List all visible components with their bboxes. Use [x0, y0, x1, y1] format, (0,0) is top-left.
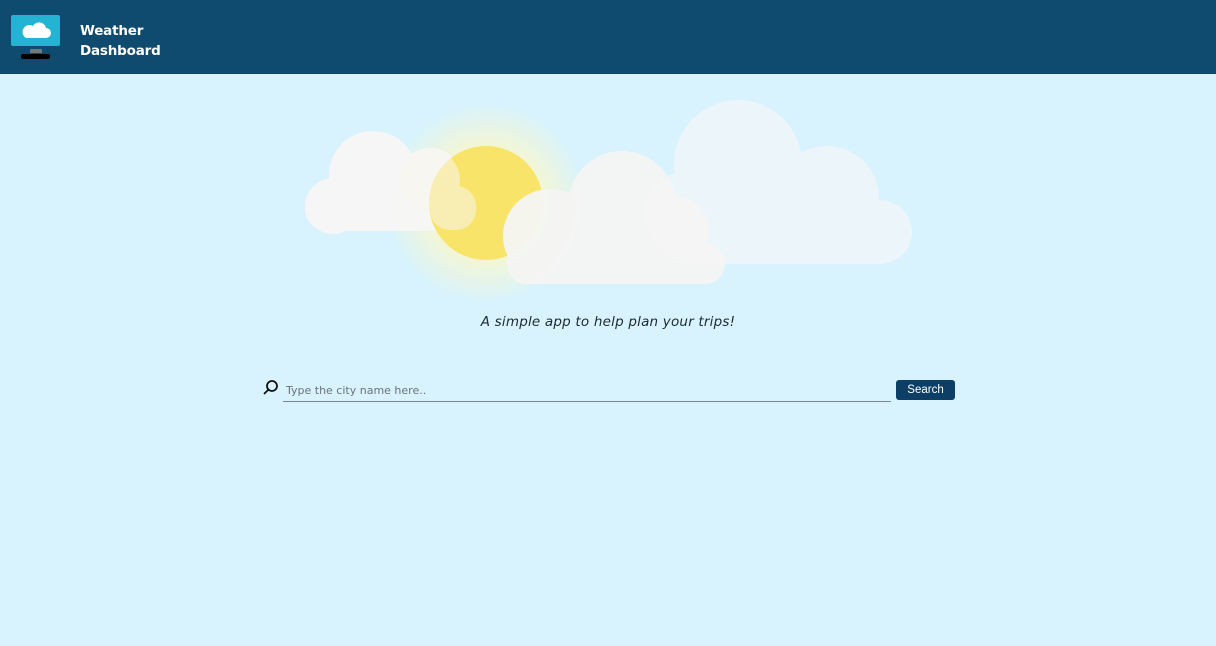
app-title-line2: Dashboard: [80, 43, 161, 59]
app-header: Weather Dashboard: [0, 0, 1216, 74]
sun-and-clouds-illustration: [305, 100, 912, 303]
cloud-monitor-icon[interactable]: [10, 14, 62, 62]
app-title: Weather Dashboard: [80, 21, 161, 61]
app-title-line1: Weather: [80, 23, 144, 39]
search-icon[interactable]: [262, 379, 280, 397]
city-search-input[interactable]: [283, 379, 891, 402]
tagline: A simple app to help plan your trips!: [480, 314, 736, 330]
search-button[interactable]: Search: [896, 380, 955, 400]
